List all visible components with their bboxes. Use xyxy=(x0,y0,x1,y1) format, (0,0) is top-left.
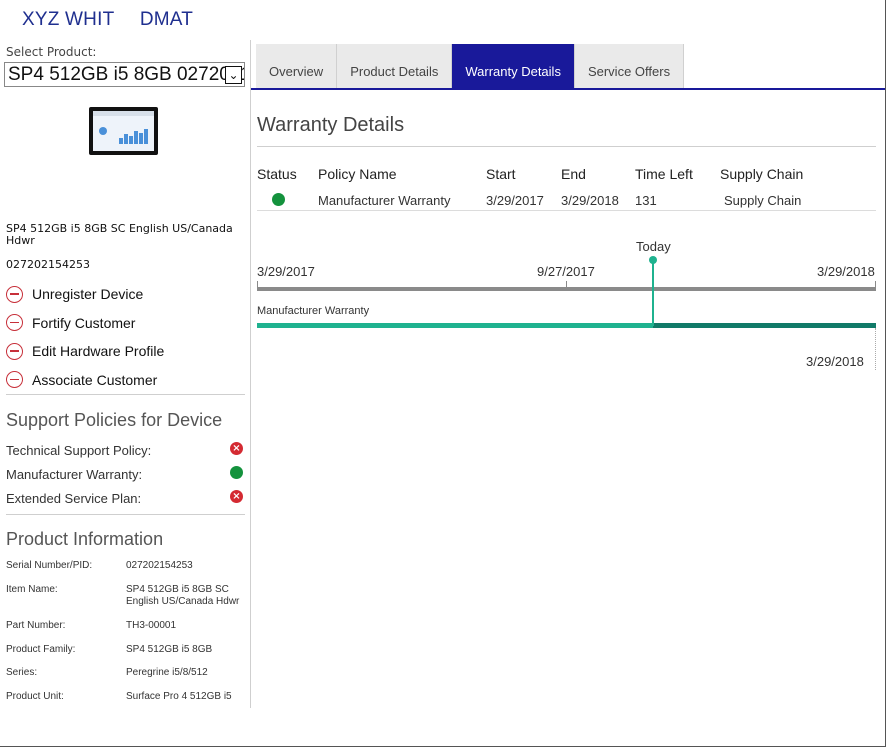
timeline-bar-label: Manufacturer Warranty xyxy=(257,305,370,317)
error-x-icon: × xyxy=(230,442,243,455)
policy-manufacturer-warranty: Manufacturer Warranty: xyxy=(6,464,245,482)
timeline-bar-end-label: 3/29/2018 xyxy=(806,354,864,369)
cell-policy-name: Manufacturer Warranty xyxy=(318,193,451,208)
policy-label: Technical Support Policy: xyxy=(6,443,152,458)
info-value: TH3-00001 xyxy=(126,620,177,631)
product-select[interactable]: SP4 512GB i5 8GB 027202154253 ⌄ xyxy=(4,62,245,87)
divider xyxy=(257,146,876,147)
status-ok-icon xyxy=(272,193,285,206)
timeline-end-marker xyxy=(875,328,876,370)
timeline-mid-label: 9/27/2017 xyxy=(537,264,595,279)
cell-start: 3/29/2017 xyxy=(486,193,544,208)
action-label: Associate Customer xyxy=(32,371,158,388)
today-marker-dot xyxy=(649,256,657,264)
sidebar: Select Product: SP4 512GB i5 8GB 0272021… xyxy=(0,40,251,708)
tab-warranty-details[interactable]: Warranty Details xyxy=(452,44,575,88)
product-image xyxy=(89,107,158,155)
column-header-status: Status xyxy=(257,166,297,182)
divider xyxy=(6,514,245,515)
info-key: Product Unit: xyxy=(6,691,64,702)
divider xyxy=(6,394,245,395)
product-name: SP4 512GB i5 8GB SC English US/Canada Hd… xyxy=(6,222,233,247)
tab-bar: Overview Product Details Warranty Detail… xyxy=(256,44,685,88)
info-key: Item Name: xyxy=(6,584,58,595)
warranty-remaining-bar xyxy=(653,323,876,328)
unregister-device-button[interactable]: Unregister Device xyxy=(6,280,164,309)
cell-supply-chain: Supply Chain xyxy=(724,193,802,208)
minus-circle-icon xyxy=(6,314,23,332)
timeline-end-label: 3/29/2018 xyxy=(817,264,875,279)
cell-end: 3/29/2018 xyxy=(561,193,619,208)
info-value: 027202154253 xyxy=(126,560,193,571)
support-policies-title: Support Policies for Device xyxy=(6,410,223,430)
info-key: Part Number: xyxy=(6,620,66,631)
column-header-time-left: Time Left xyxy=(635,166,693,182)
timeline-tick xyxy=(875,281,876,291)
timeline-tick xyxy=(566,281,567,291)
tab-product-details[interactable]: Product Details xyxy=(337,44,453,88)
tab-underline xyxy=(251,88,885,90)
status-ok-icon xyxy=(230,466,243,479)
cell-time-left: 131 xyxy=(635,193,657,208)
policy-extended-service: Extended Service Plan: × xyxy=(6,488,245,506)
column-header-supply-chain: Supply Chain xyxy=(720,166,804,182)
edit-hardware-profile-button[interactable]: Edit Hardware Profile xyxy=(6,337,164,366)
policy-technical-support: Technical Support Policy: × xyxy=(6,440,245,458)
tab-overview[interactable]: Overview xyxy=(256,44,338,88)
chevron-down-icon[interactable]: ⌄ xyxy=(225,66,242,84)
device-actions: Unregister Device Fortify Customer Edit … xyxy=(6,280,164,394)
action-label: Unregister Device xyxy=(32,286,144,303)
header-link-dmat[interactable]: DMAT xyxy=(140,9,193,30)
action-label: Edit Hardware Profile xyxy=(32,343,165,360)
minus-circle-icon xyxy=(6,371,23,389)
column-header-end: End xyxy=(561,166,586,182)
associate-customer-button[interactable]: Associate Customer xyxy=(6,366,164,395)
minus-circle-icon xyxy=(6,342,23,360)
action-label: Fortify Customer xyxy=(32,314,136,331)
select-product-label: Select Product: xyxy=(6,45,97,59)
product-id: 027202154253 xyxy=(6,258,90,271)
column-header-start: Start xyxy=(486,166,516,182)
product-select-value: SP4 512GB i5 8GB 027202154253 xyxy=(8,64,244,85)
product-information-title: Product Information xyxy=(6,529,164,549)
info-key: Serial Number/PID: xyxy=(6,560,93,571)
fortify-customer-button[interactable]: Fortify Customer xyxy=(6,309,164,338)
policy-label: Manufacturer Warranty: xyxy=(6,467,143,482)
divider xyxy=(257,210,876,211)
timeline-today-label: Today xyxy=(636,239,671,254)
error-x-icon: × xyxy=(230,490,243,503)
timeline-start-label: 3/29/2017 xyxy=(257,264,315,279)
timeline-tick xyxy=(257,281,258,291)
minus-circle-icon xyxy=(6,285,23,303)
warranty-elapsed-bar xyxy=(257,323,653,328)
today-marker-line xyxy=(652,260,654,326)
tab-service-offers[interactable]: Service Offers xyxy=(574,44,685,88)
policy-label: Extended Service Plan: xyxy=(6,491,142,506)
info-value: SP4 512GB i5 8GB SC English US/Canada Hd… xyxy=(126,584,240,607)
info-value: SP4 512GB i5 8GB xyxy=(126,644,213,655)
header-link-xyz[interactable]: XYZ WHIT xyxy=(22,9,114,30)
warranty-details-title: Warranty Details xyxy=(257,114,405,136)
info-key: Series: xyxy=(6,667,38,678)
info-value: Surface Pro 4 512GB i5 xyxy=(126,691,232,702)
info-key: Product Family: xyxy=(6,644,76,655)
app-header: XYZ WHIT DMAT xyxy=(22,9,213,31)
info-value: Peregrine i5/8/512 xyxy=(126,667,208,678)
column-header-policy-name: Policy Name xyxy=(318,166,397,182)
